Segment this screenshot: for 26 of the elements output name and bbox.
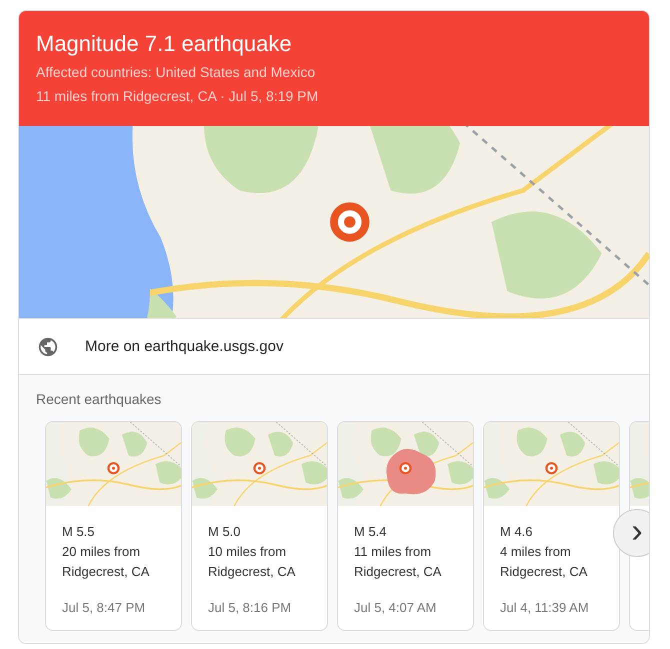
globe-icon [37,336,59,358]
quake-card[interactable]: M 5.4 11 miles from Ridgecrest, CA Jul 5, 4:07 AM [337,421,474,631]
quake-card[interactable]: M 5.5 20 miles from Ridgecrest, CA Jul 5, 8:47 PM [45,421,182,631]
distance: 11 miles from [354,543,432,561]
magnitude: M 5.5 [62,523,95,541]
quake-time: Jul 5, 8:16 PM [208,599,292,617]
place: Ridgecrest, CA [62,563,150,581]
affected-countries: Affected countries: United States and Mexico [36,64,316,80]
distance: 4 miles from [500,543,571,561]
magnitude: M 5.4 [354,523,387,541]
place: Ridgecrest, CA [354,563,442,581]
distance: 20 miles from [62,543,140,561]
magnitude: M 5.0 [208,523,241,541]
earthquake-title: Magnitude 7.1 earthquake [36,31,292,57]
section-title: Recent earthquakes [36,391,162,407]
distance: 10 miles from [208,543,286,561]
quake-time: Jul 5, 4:07 AM [354,599,436,617]
place: Ridgecrest, CA [208,563,296,581]
location-time: 11 miles from Ridgecrest, CA · Jul 5, 8:19 PM [36,88,318,104]
quake-time: Jul 4, 11:39 AM [500,599,589,617]
quake-time: Jul 5, 8:47 PM [62,599,146,617]
quake-card[interactable]: M 4.6 4 miles from Ridgecrest, CA Jul 4, 11:39 AM [483,421,620,631]
place: Ridgecrest, CA [500,563,588,581]
source-link[interactable]: More on earthquake.usgs.gov [85,338,284,355]
quake-card[interactable]: M 5.0 10 miles from Ridgecrest, CA Jul 5, 8:16 PM [191,421,328,631]
magnitude: M 4.6 [500,523,533,541]
